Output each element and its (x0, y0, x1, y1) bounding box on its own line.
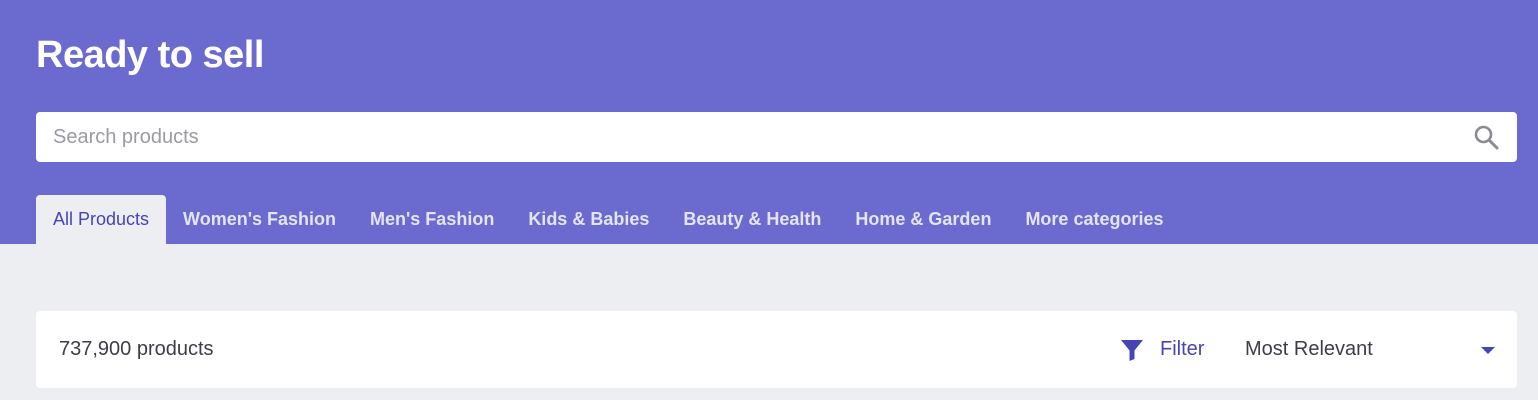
tab-label: All Products (53, 209, 150, 229)
tab-label: Beauty & Health (683, 209, 822, 229)
chevron-down-icon (1481, 347, 1495, 354)
tab-kids-babies[interactable]: Kids & Babies (511, 195, 666, 244)
filter-icon (1120, 338, 1144, 362)
header-banner: Ready to sell All Products Women's Fashi… (0, 0, 1538, 244)
sort-select[interactable]: Most Relevant (1245, 311, 1495, 388)
tab-label: Kids & Babies (528, 209, 650, 229)
filter-label: Filter (1160, 338, 1205, 360)
product-count: 737,900 products (59, 338, 214, 360)
tab-mens-fashion[interactable]: Men's Fashion (353, 195, 511, 244)
tab-label: Women's Fashion (183, 209, 337, 229)
sort-value: Most Relevant (1245, 338, 1373, 360)
filter-button[interactable]: Filter (1120, 311, 1204, 388)
results-toolbar: 737,900 products Filter Most Relevant (36, 311, 1517, 388)
tab-label: Home & Garden (855, 209, 992, 229)
tab-label: Men's Fashion (370, 209, 495, 229)
tab-womens-fashion[interactable]: Women's Fashion (166, 195, 353, 244)
tab-home-garden[interactable]: Home & Garden (838, 195, 1008, 244)
search-box (36, 112, 1517, 162)
page-title: Ready to sell (36, 34, 264, 76)
search-input[interactable] (36, 112, 1456, 162)
tab-more-categories[interactable]: More categories (1008, 195, 1180, 244)
tab-label: More categories (1025, 209, 1164, 229)
tab-beauty-health[interactable]: Beauty & Health (666, 195, 838, 244)
tab-all-products[interactable]: All Products (36, 195, 167, 244)
category-tabs: All Products Women's Fashion Men's Fashi… (36, 195, 1181, 244)
search-icon[interactable] (1473, 124, 1499, 150)
